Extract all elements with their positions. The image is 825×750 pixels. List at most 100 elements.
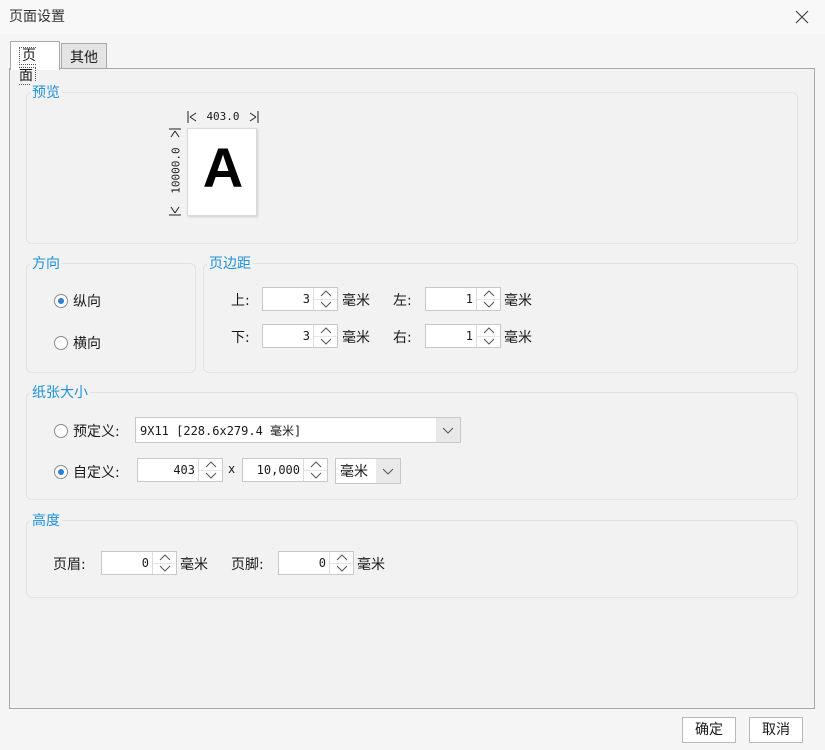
close-icon <box>795 10 809 24</box>
predefined-paper-value: 9X11 [228.6x279.4 毫米] <box>140 424 302 438</box>
margin-right-stepper[interactable]: 1 <box>425 324 501 348</box>
chevron-down-icon <box>382 468 394 475</box>
margin-top-stepper[interactable]: 3 <box>262 287 338 311</box>
chevron-up-icon <box>320 327 331 334</box>
margin-bottom-unit: 毫米 <box>342 330 370 346</box>
paper-unit-value: 毫米 <box>340 464 368 480</box>
preview-width-label: 403.0 <box>206 110 240 123</box>
chevron-down-icon <box>320 338 331 345</box>
header-height-stepper[interactable]: 0 <box>101 551 177 575</box>
header-height-decrement[interactable] <box>153 564 176 575</box>
custom-radio-indicator <box>54 465 68 479</box>
preview-title: 预览 <box>30 82 62 102</box>
portrait-radio-indicator <box>54 294 68 308</box>
margin-bottom-stepper[interactable]: 3 <box>262 324 338 348</box>
header-height-increment[interactable] <box>153 552 176 564</box>
paper-size-title: 纸张大小 <box>30 382 90 402</box>
margin-left-increment[interactable] <box>477 288 500 300</box>
margin-left-value[interactable]: 1 <box>426 288 476 310</box>
footer-height-stepper[interactable]: 0 <box>278 551 354 575</box>
margins-group <box>203 263 798 373</box>
margin-right-label: 右: <box>393 330 412 346</box>
margin-right-unit: 毫米 <box>504 330 532 346</box>
margin-top-unit: 毫米 <box>342 293 370 309</box>
ok-button[interactable]: 确定 <box>682 717 736 743</box>
margin-right-decrement[interactable] <box>477 337 500 348</box>
footer-unit: 毫米 <box>357 557 385 573</box>
header-height-value[interactable]: 0 <box>102 552 152 574</box>
predefined-label: 预定义: <box>73 424 120 440</box>
predefined-dropdown-button[interactable] <box>436 418 460 442</box>
paper-width-value[interactable]: 403 <box>138 459 198 481</box>
footer-height-value[interactable]: 0 <box>279 552 329 574</box>
title-bar: 页面设置 <box>0 0 825 34</box>
margin-top-increment[interactable] <box>314 288 337 300</box>
predefined-paper-select[interactable]: 9X11 [228.6x279.4 毫米] <box>135 417 461 443</box>
preview-height-label: 10000.0 <box>169 147 183 194</box>
chevron-down-icon <box>320 301 331 308</box>
chevron-up-icon <box>310 461 321 468</box>
paper-height-stepper[interactable]: 10,000 <box>242 458 328 482</box>
chevron-down-icon <box>442 427 454 434</box>
chevron-down-icon <box>159 565 170 572</box>
chevron-up-icon <box>205 461 216 468</box>
preview-letter: A <box>202 136 244 199</box>
margin-bottom-label: 下: <box>231 330 250 346</box>
margin-top-decrement[interactable] <box>314 300 337 311</box>
chevron-up-icon <box>320 290 331 297</box>
margin-bottom-value[interactable]: 3 <box>263 325 313 347</box>
chevron-up-icon <box>159 554 170 561</box>
chevron-up-icon <box>336 554 347 561</box>
footer-height-increment[interactable] <box>330 552 353 564</box>
margin-bottom-decrement[interactable] <box>314 337 337 348</box>
close-button[interactable] <box>791 6 813 28</box>
margins-title: 页边距 <box>207 253 253 273</box>
landscape-label: 横向 <box>73 336 101 352</box>
margin-right-value[interactable]: 1 <box>426 325 476 347</box>
margin-right-increment[interactable] <box>477 325 500 337</box>
predefined-radio[interactable]: 预定义: <box>54 421 120 441</box>
chevron-down-icon <box>205 472 216 479</box>
portrait-radio[interactable]: 纵向 <box>54 291 101 311</box>
paper-height-increment[interactable] <box>304 459 327 471</box>
portrait-label: 纵向 <box>73 294 101 310</box>
cancel-button[interactable]: 取消 <box>749 717 803 743</box>
landscape-radio-indicator <box>54 336 68 350</box>
preview-height-dimension: 10000.0 <box>166 128 184 216</box>
preview-page: A <box>187 128 257 216</box>
chevron-down-icon <box>483 301 494 308</box>
preview-group <box>26 92 798 244</box>
orientation-title: 方向 <box>30 253 62 273</box>
chevron-down-icon <box>310 472 321 479</box>
landscape-radio[interactable]: 横向 <box>54 333 101 353</box>
page-setup-dialog: 页面设置 页面 其他 预览 403.0 10000.0 A 方向 纵向 横向 页… <box>0 0 825 750</box>
paper-width-increment[interactable] <box>199 459 222 471</box>
margin-left-decrement[interactable] <box>477 300 500 311</box>
tab-page[interactable]: 页面 <box>10 41 60 85</box>
chevron-down-icon <box>483 338 494 345</box>
margin-top-label: 上: <box>231 293 250 309</box>
tab-other[interactable]: 其他 <box>61 43 107 69</box>
custom-radio[interactable]: 自定义: <box>54 462 120 482</box>
dimension-x-label: x <box>228 462 236 476</box>
chevron-up-icon <box>483 290 494 297</box>
footer-height-decrement[interactable] <box>330 564 353 575</box>
preview-width-dimension: 403.0 <box>187 109 259 125</box>
dialog-title: 页面设置 <box>9 9 65 25</box>
paper-height-decrement[interactable] <box>304 471 327 482</box>
paper-width-stepper[interactable]: 403 <box>137 458 223 482</box>
paper-width-decrement[interactable] <box>199 471 222 482</box>
margin-left-stepper[interactable]: 1 <box>425 287 501 311</box>
paper-size-group <box>26 392 798 500</box>
margin-left-label: 左: <box>393 293 412 309</box>
margin-left-unit: 毫米 <box>504 293 532 309</box>
margin-top-value[interactable]: 3 <box>263 288 313 310</box>
paper-unit-select[interactable]: 毫米 <box>335 458 401 484</box>
tab-other-label: 其他 <box>70 50 98 66</box>
margin-bottom-increment[interactable] <box>314 325 337 337</box>
footer-label: 页脚: <box>231 557 264 573</box>
unit-dropdown-button[interactable] <box>376 459 400 483</box>
header-label: 页眉: <box>53 557 86 573</box>
header-unit: 毫米 <box>180 557 208 573</box>
paper-height-value[interactable]: 10,000 <box>243 459 303 481</box>
